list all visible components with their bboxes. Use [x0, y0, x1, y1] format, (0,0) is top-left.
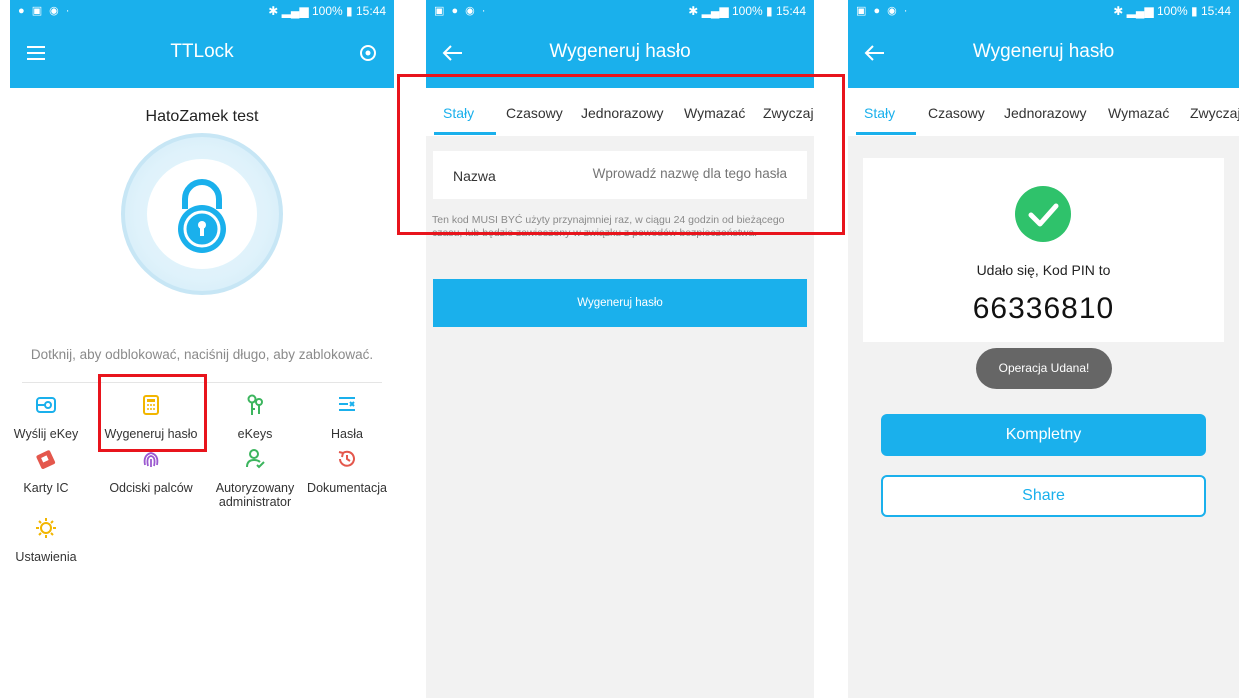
signal-icon: ▂▄▆ — [1126, 4, 1154, 18]
ekeys-item[interactable]: eKeys — [207, 393, 303, 441]
highlight-tabs-and-name — [397, 74, 845, 235]
screen-title: Wygeneruj hasło — [972, 41, 1115, 62]
highlight-generate-password — [98, 374, 207, 452]
clock: 15:44 — [1200, 4, 1231, 18]
records-item[interactable]: Dokumentacja — [299, 447, 394, 495]
generate-password-button[interactable]: Wygeneruj hasło — [433, 279, 807, 327]
history-icon — [335, 447, 359, 471]
complete-button[interactable]: Kompletny — [881, 414, 1206, 456]
battery-icon: ▮ — [1191, 4, 1198, 18]
tab-custom[interactable]: Zwyczaj — [1190, 105, 1239, 121]
admin-icon — [243, 447, 267, 471]
battery-icon: ▮ — [766, 4, 773, 18]
padlock-icon — [178, 179, 226, 253]
battery-icon: ▮ — [346, 4, 353, 18]
fingerprints-item[interactable]: Odciski palców — [103, 447, 199, 495]
status-bar: ▣ ● ◉ · ✱ ▂▄▆ 100% ▮ 15:44 — [426, 0, 814, 22]
share-button[interactable]: Share — [881, 475, 1206, 517]
ic-cards-item[interactable]: Karty IC — [10, 447, 94, 495]
password-result-screen: ▣ ● ◉ · ✱ ▂▄▆ 100% ▮ 15:44 Wygeneruj has… — [848, 0, 1239, 698]
tab-one-time[interactable]: Jednorazowy — [1004, 105, 1087, 121]
unlock-button[interactable] — [121, 133, 283, 295]
app-bar: Wygeneruj hasło — [848, 22, 1239, 88]
toast-message: Operacja Udana! — [976, 348, 1112, 389]
app-bar: TTLock — [10, 22, 394, 88]
status-notification-icons: ▣ ● ◉ · — [856, 5, 910, 17]
bluetooth-icon: ✱ — [688, 4, 699, 18]
battery-level: 100% — [731, 4, 763, 18]
status-bar: ● ▣ ◉ · ✱ ▂▄▆ 100% ▮ 15:44 — [10, 0, 394, 22]
send-ekey-icon — [34, 393, 58, 417]
tab-erase[interactable]: Wymazać — [1108, 105, 1169, 121]
result-card: Udało się, Kod PIN to 66336810 — [863, 158, 1224, 342]
bluetooth-icon: ✱ — [1113, 4, 1124, 18]
bluetooth-icon: ✱ — [268, 4, 279, 18]
app-title: TTLock — [170, 41, 234, 62]
settings-item[interactable]: Ustawienia — [10, 516, 94, 564]
active-tab-indicator — [856, 132, 916, 135]
password-type-tabs: Stały Czasowy Jednorazowy Wymazać Zwycza… — [848, 88, 1239, 136]
success-message: Udało się, Kod PIN to — [976, 262, 1111, 278]
success-check-icon — [1015, 186, 1071, 242]
passwords-item[interactable]: Hasła — [299, 393, 394, 441]
tab-permanent[interactable]: Stały — [864, 105, 895, 121]
settings-icon — [34, 516, 58, 540]
ic-card-icon — [34, 447, 58, 471]
status-notification-icons: ▣ ● ◉ · — [434, 5, 488, 17]
authorized-admin-item[interactable]: Autoryzowany administrator — [207, 447, 303, 509]
battery-level: 100% — [311, 4, 343, 18]
tab-timed[interactable]: Czasowy — [928, 105, 985, 121]
signal-icon: ▂▄▆ — [281, 4, 309, 18]
signal-icon: ▂▄▆ — [701, 4, 729, 18]
password-list-icon — [335, 393, 359, 417]
battery-level: 100% — [1156, 4, 1188, 18]
screen-title: Wygeneruj hasło — [549, 41, 691, 62]
clock: 15:44 — [355, 4, 386, 18]
home-screen: ● ▣ ◉ · ✱ ▂▄▆ 100% ▮ 15:44 TTLock HatoZa… — [10, 0, 394, 698]
keys-icon — [243, 393, 267, 417]
status-notification-icons: ● ▣ ◉ · — [18, 5, 72, 17]
send-ekey-item[interactable]: Wyślij eKey — [10, 393, 94, 441]
lock-scan-icon[interactable] — [356, 41, 380, 65]
lock-name: HatoZamek test — [145, 108, 259, 125]
status-bar: ▣ ● ◉ · ✱ ▂▄▆ 100% ▮ 15:44 — [848, 0, 1239, 22]
pin-code: 66336810 — [972, 292, 1115, 325]
clock: 15:44 — [775, 4, 806, 18]
unlock-hint: Dotknij, aby odblokować, naciśnij długo,… — [30, 347, 374, 362]
